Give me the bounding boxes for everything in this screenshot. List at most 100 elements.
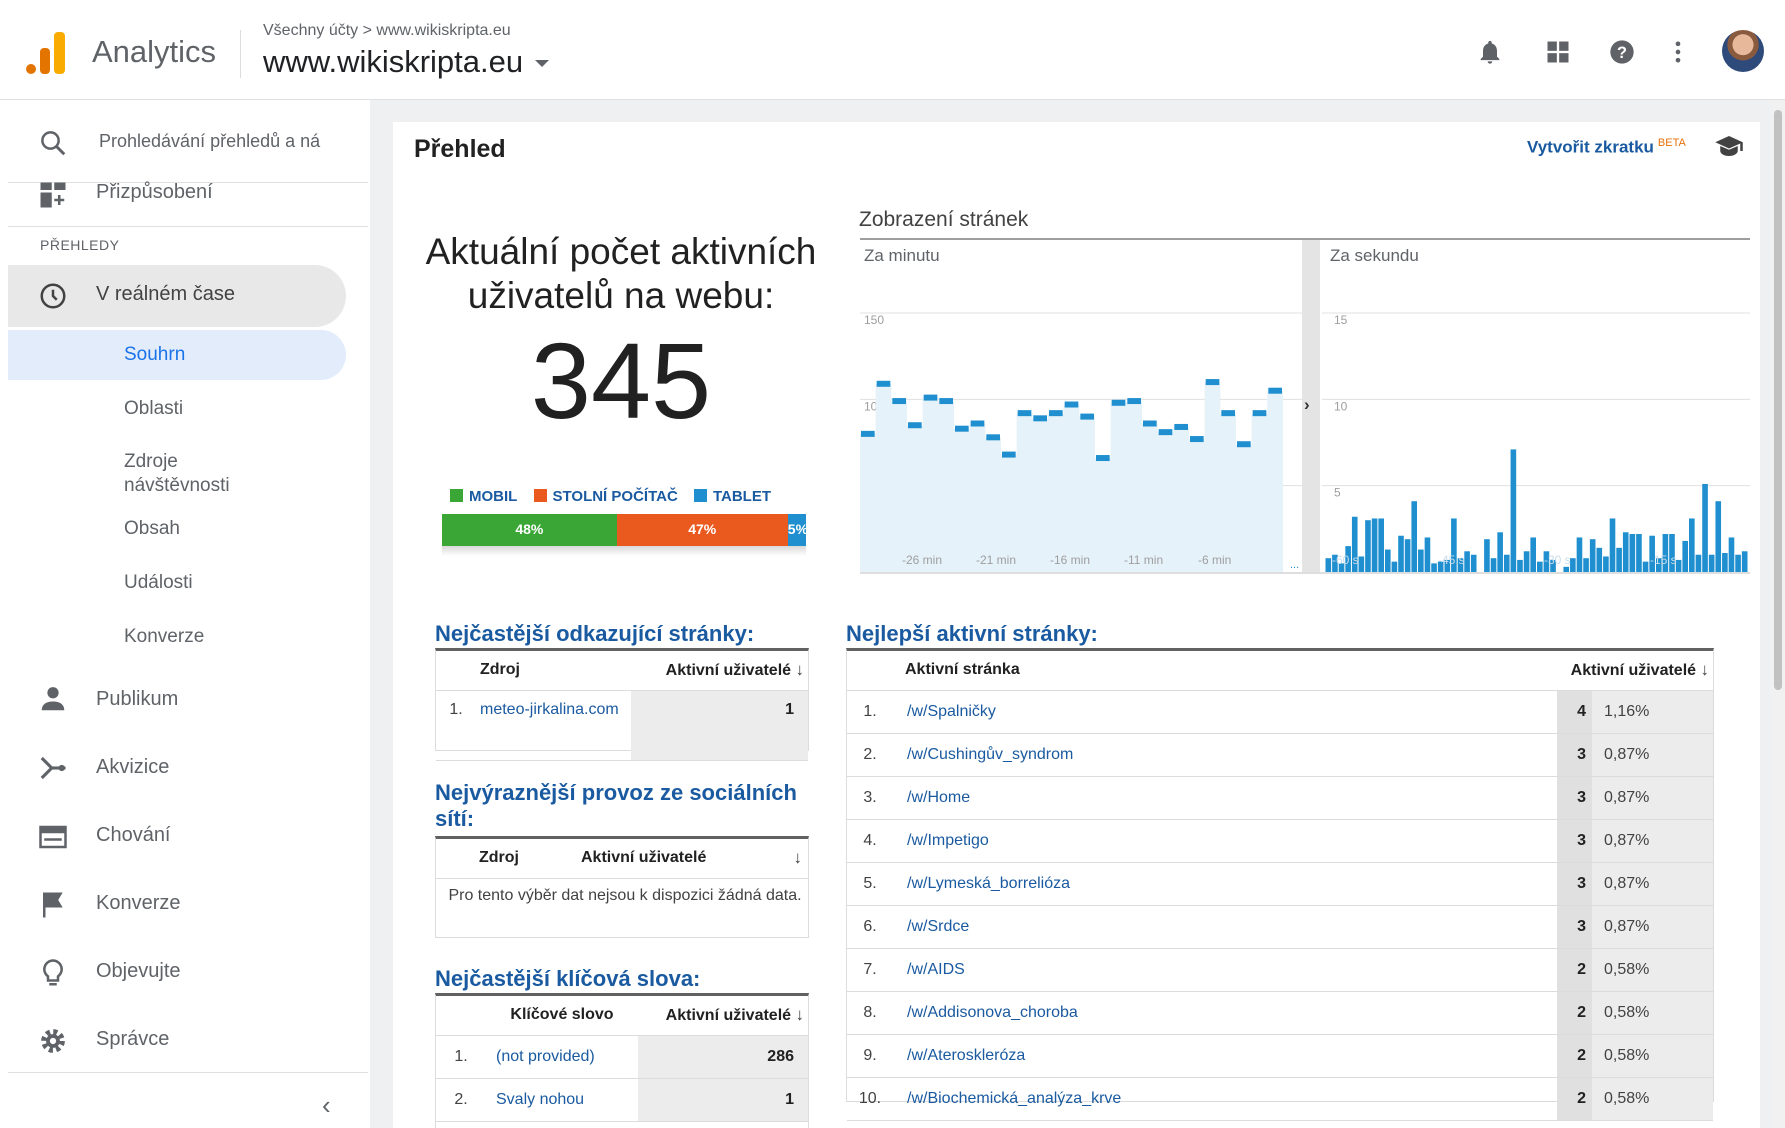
nav-sub-conversions[interactable]: Konverze (124, 625, 204, 649)
minute-point (1111, 399, 1126, 406)
keyword-link[interactable]: (not provided) (486, 1035, 638, 1079)
analytics-logo-icon[interactable] (26, 30, 66, 74)
page-users: 3 (1557, 776, 1592, 820)
nav-sub-locations[interactable]: Oblasti (124, 397, 183, 421)
nav-sub-events[interactable]: Události (124, 571, 193, 595)
col-active-users[interactable]: Aktivní uživatelé ↓ (631, 650, 808, 691)
x-tick-label: -60 s (1332, 553, 1359, 567)
minute-point (1174, 423, 1188, 430)
search-icon[interactable] (38, 128, 68, 158)
col-active-users[interactable]: Aktivní uživatelé ↓ (1557, 650, 1713, 691)
second-bar (1510, 449, 1517, 572)
caret-down-icon (535, 60, 550, 68)
row-rank: 10. (847, 1077, 893, 1121)
col-keyword[interactable]: Klíčové slovo (486, 995, 638, 1036)
page-users: 3 (1557, 905, 1592, 949)
page-link[interactable]: /w/Lymeská_borrelióza (893, 862, 1557, 906)
col-source[interactable]: Zdroj (478, 838, 580, 879)
page-users: 2 (1557, 991, 1592, 1035)
chevron-right-icon[interactable]: › (1304, 395, 1310, 414)
segment-tablet: 5% (787, 514, 806, 546)
minute-point (1205, 379, 1220, 386)
divider (8, 226, 368, 227)
graduation-cap-icon[interactable] (1714, 133, 1744, 159)
collapse-sidebar-button[interactable]: ‹ (322, 1090, 331, 1121)
avatar[interactable] (1722, 30, 1764, 72)
minute-point (1221, 410, 1235, 417)
ellipsis-link[interactable]: ... (1290, 559, 1299, 571)
page-link[interactable]: /w/Srdce (893, 905, 1557, 949)
page-users: 3 (1557, 733, 1592, 777)
minute-point (892, 398, 906, 405)
second-bar (1603, 556, 1609, 572)
page-link[interactable]: /w/Home (893, 776, 1557, 820)
nav-admin[interactable]: Správce (96, 1028, 169, 1051)
second-bar (1464, 551, 1470, 572)
minute-point (1127, 398, 1141, 405)
breadcrumb[interactable]: Všechny účty > www.wikiskripta.eu (263, 22, 511, 40)
second-bar (1523, 551, 1530, 572)
page-title: Přehled (414, 135, 506, 163)
help-icon[interactable]: ? (1608, 38, 1636, 66)
nav-discover[interactable]: Objevujte (96, 960, 181, 983)
second-bar (1537, 561, 1543, 572)
referral-link[interactable]: meteo-jirkalina.com (476, 690, 631, 761)
nav-sub-traffic-sources[interactable]: Zdroje návštěvnosti (124, 450, 274, 498)
second-bar (1583, 558, 1589, 572)
page-link[interactable]: /w/AIDS (893, 948, 1557, 992)
nav-behavior[interactable]: Chování (96, 824, 171, 847)
table-row: 10./w/Biochemická_analýza_krve 2 0,58% (847, 1077, 1713, 1121)
customize-link[interactable]: Přizpůsobení (96, 181, 213, 204)
page-percent: 1,16% (1592, 690, 1713, 734)
page-percent: 0,58% (1592, 948, 1713, 992)
property-selector[interactable]: www.wikiskripta.eu (263, 44, 550, 80)
nav-acquisition[interactable]: Akvizice (96, 756, 169, 779)
page-link[interactable]: /w/Ateroskleróza (893, 1034, 1557, 1078)
second-bar (1503, 554, 1510, 572)
page-link[interactable]: /w/Spalničky (893, 690, 1557, 734)
second-bar (1702, 483, 1708, 572)
sort-arrow-icon: ↓ (795, 660, 805, 679)
nav-sub-content[interactable]: Obsah (124, 517, 180, 541)
no-data-message: Pro tento výběr dat nejsou k dispozici ž… (448, 887, 802, 904)
minute-point (1002, 451, 1016, 458)
second-bar (1530, 537, 1536, 572)
keyword-users: 286 (638, 1035, 808, 1079)
sort-arrow-icon: ↓ (795, 1005, 805, 1024)
create-shortcut-link[interactable]: Vytvořit zkratku BETA (1527, 137, 1686, 158)
minute-point (1064, 401, 1079, 408)
nav-audience[interactable]: Publikum (96, 688, 178, 711)
keyword-link[interactable]: Svaly nohou (486, 1078, 638, 1122)
page-link[interactable]: /w/Addisonova_choroba (893, 991, 1557, 1035)
y-tick-label: 150 (864, 313, 884, 327)
page-link[interactable]: /w/Impetigo (893, 819, 1557, 863)
second-bar (1622, 532, 1629, 572)
more-vert-icon[interactable] (1664, 38, 1692, 66)
acquisition-icon (40, 756, 66, 780)
page-percent: 0,87% (1592, 733, 1713, 777)
customize-icon (40, 182, 66, 208)
second-bar (1391, 561, 1398, 572)
minute-point (861, 430, 875, 437)
second-bar (1728, 537, 1735, 572)
report-search-input[interactable]: Prohledávání přehledů a ná (99, 131, 320, 152)
referrals-table: Zdroj Aktivní uživatelé ↓ 1. meteo-jirka… (436, 650, 808, 761)
second-bar (1431, 563, 1437, 572)
col-active-page[interactable]: Aktivní stránka (893, 650, 1557, 691)
scrollbar-thumb[interactable] (1774, 110, 1782, 690)
page-link[interactable]: /w/Biochemická_analýza_krve (893, 1077, 1557, 1121)
page-link[interactable]: /w/Cushingův_syndrom (893, 733, 1557, 777)
table-header: Aktivní stránka Aktivní uživatelé ↓ (847, 650, 1713, 691)
nav-conversions[interactable]: Konverze (96, 892, 181, 915)
col-active-users[interactable]: Aktivní uživatelé (580, 838, 784, 879)
bell-icon[interactable] (1476, 38, 1504, 66)
sort-arrow-icon[interactable]: ↓ (794, 848, 803, 867)
minute-point (1237, 441, 1251, 448)
table-row: 2./w/Cushingův_syndrom 3 0,87% (847, 733, 1713, 777)
nav-sub-summary[interactable]: Souhrn (124, 343, 185, 367)
col-source[interactable]: Zdroj (476, 650, 631, 691)
segment-desktop: 47% (616, 514, 788, 546)
table-row: 4./w/Impetigo 3 0,87% (847, 819, 1713, 863)
col-active-users[interactable]: Aktivní uživatelé ↓ (638, 995, 808, 1036)
apps-grid-icon[interactable] (1544, 38, 1572, 66)
